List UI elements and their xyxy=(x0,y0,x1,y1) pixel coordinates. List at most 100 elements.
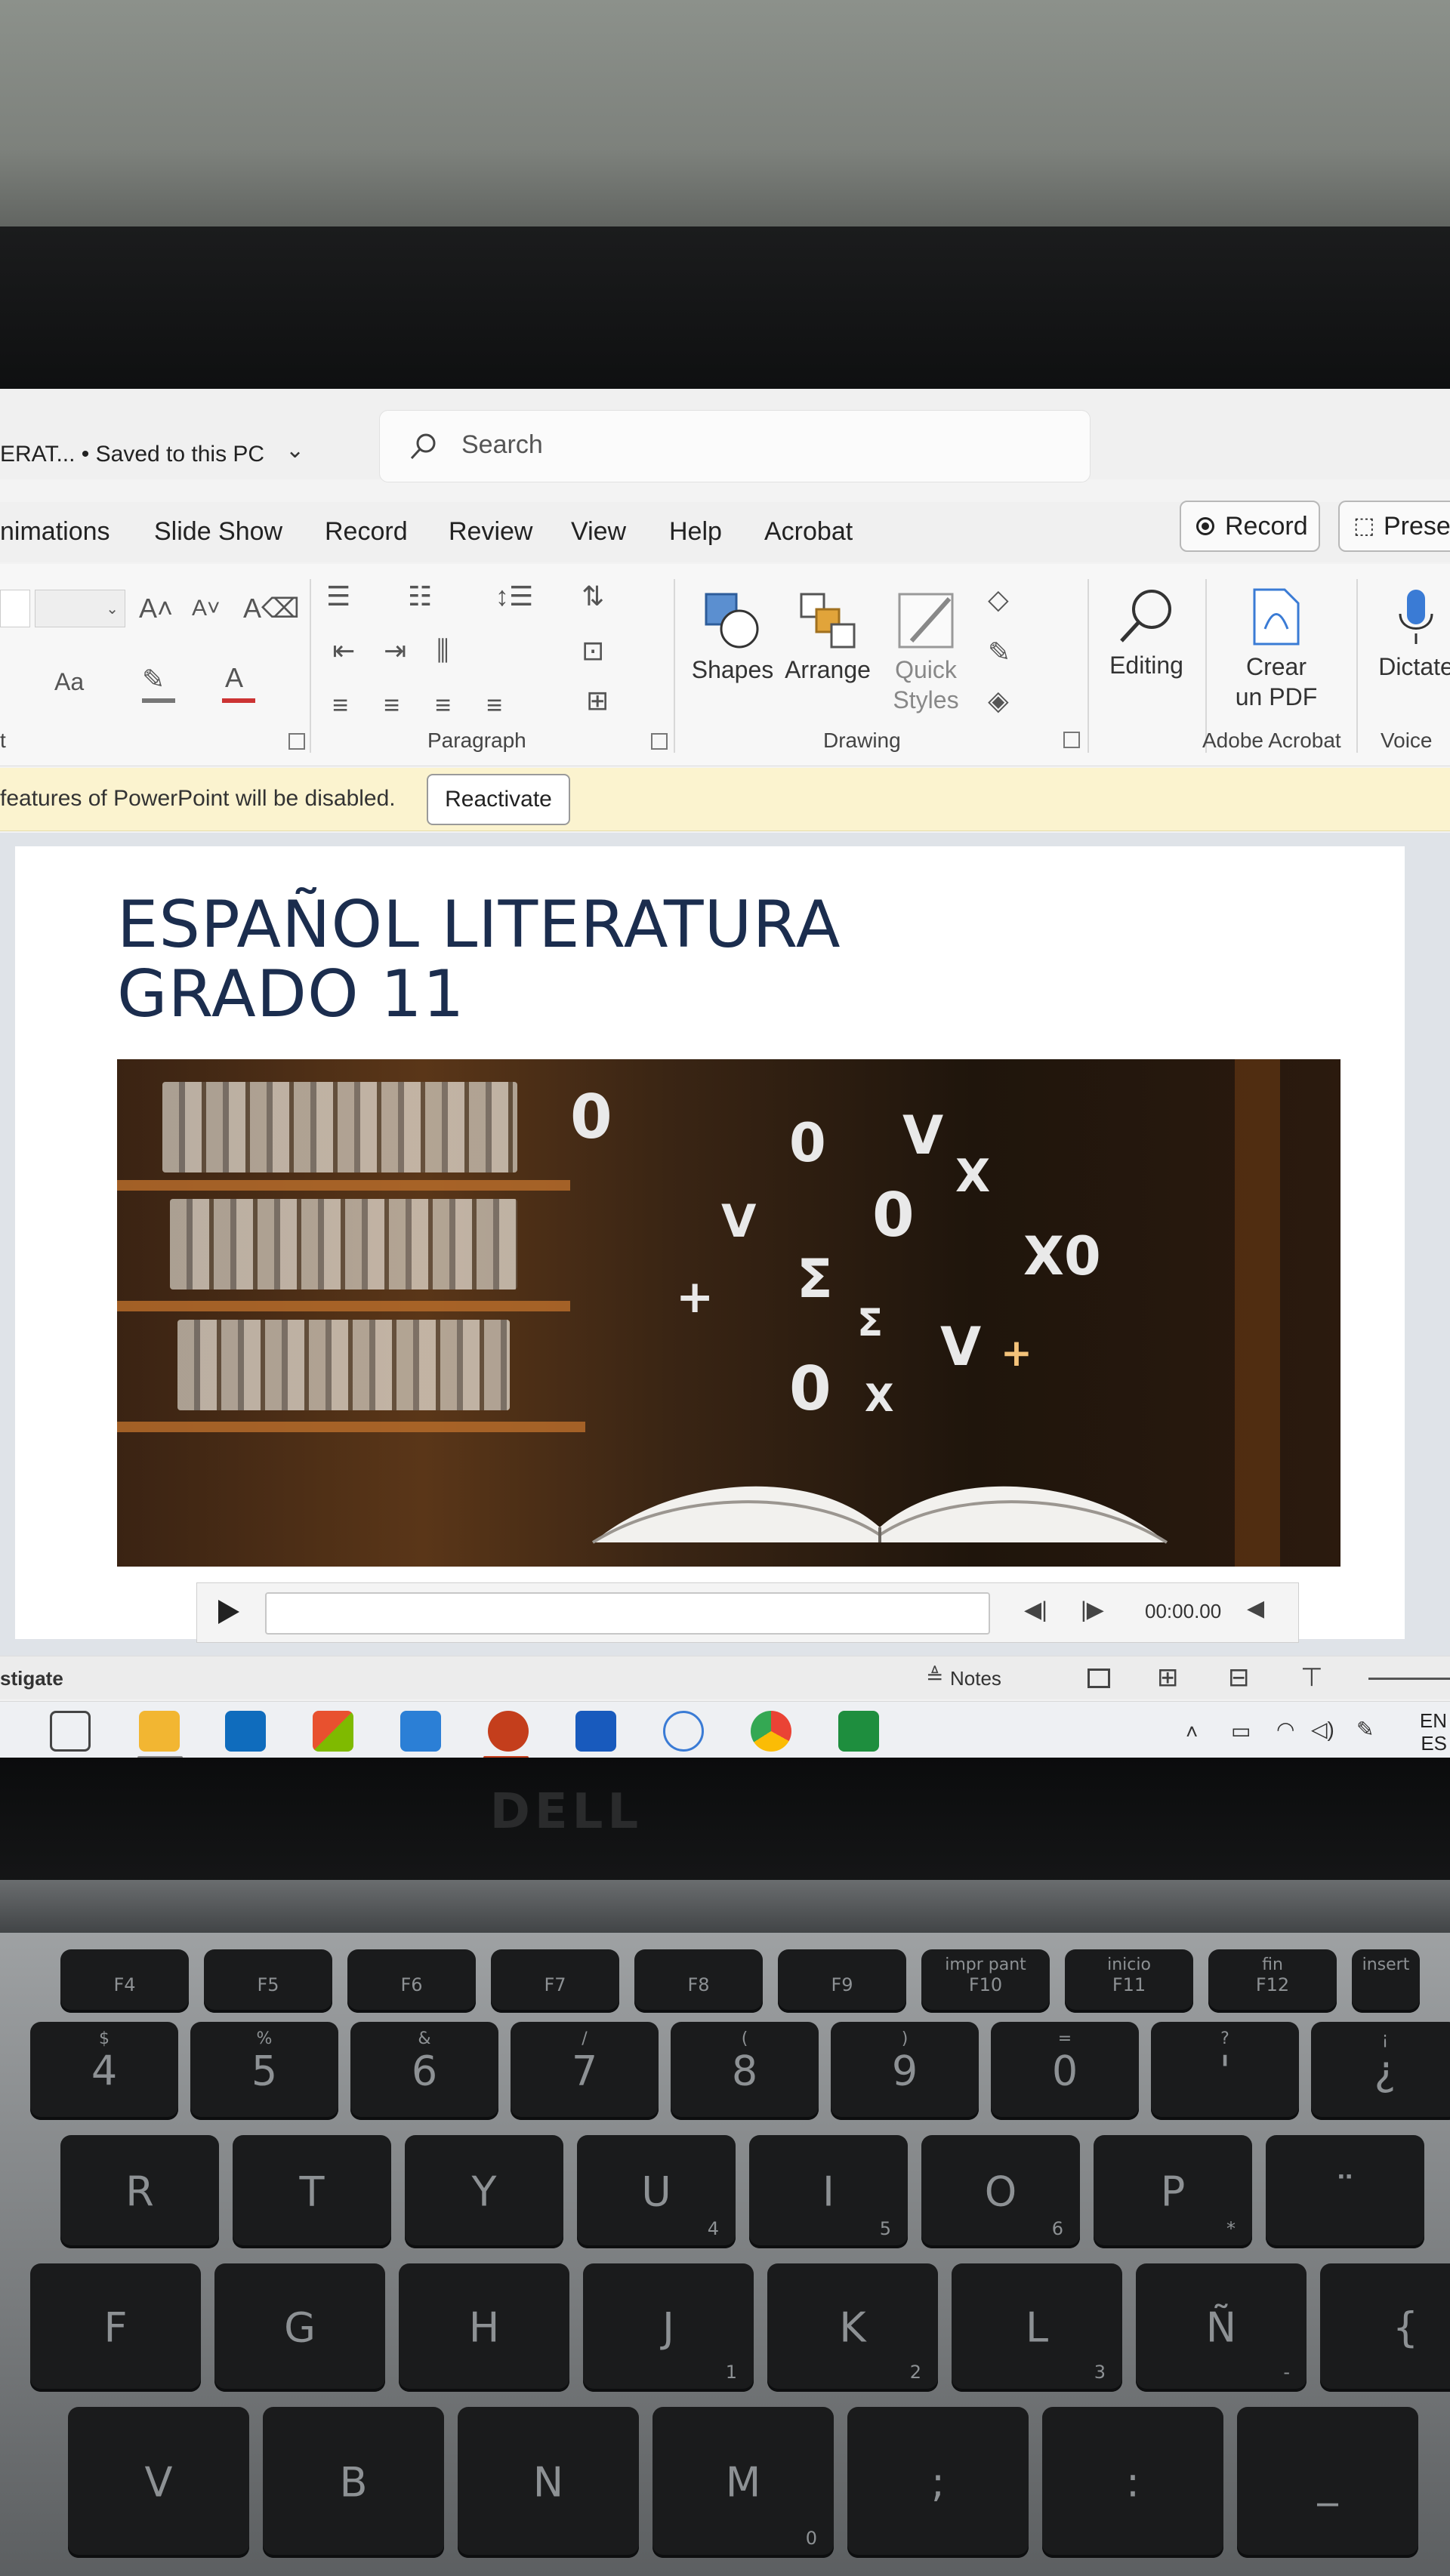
font-name-dropdown[interactable] xyxy=(0,590,30,627)
record-button[interactable]: Record xyxy=(1180,501,1320,552)
shape-effects-icon[interactable]: ◈ xyxy=(988,685,1009,716)
align-right-icon[interactable]: ≡ xyxy=(435,689,451,721)
chevron-up-icon[interactable]: ˄ xyxy=(1186,1720,1198,1744)
slide-sorter-icon[interactable]: ⊞ xyxy=(1157,1662,1179,1693)
present-button[interactable]: ⬚ Preser xyxy=(1338,501,1450,552)
step-forward-icon[interactable]: |▶ xyxy=(1081,1597,1104,1623)
key-sub-label: 1 xyxy=(725,2362,737,2383)
align-center-icon[interactable]: ≡ xyxy=(384,689,400,721)
reading-view-icon[interactable]: ⊟ xyxy=(1228,1662,1250,1693)
decrease-font-icon[interactable]: A˅ xyxy=(192,596,221,621)
battery-icon[interactable]: ▭ xyxy=(1231,1718,1251,1743)
slide-title[interactable]: ESPAÑOL LITERATURA GRADO 11 xyxy=(117,890,841,1029)
normal-view-icon[interactable] xyxy=(1088,1669,1110,1688)
numbering-icon[interactable]: ☷ xyxy=(408,581,432,612)
tab-record[interactable]: Record xyxy=(325,517,408,547)
task-view-icon[interactable] xyxy=(50,1711,91,1752)
volume-icon[interactable]: ◁) xyxy=(1311,1717,1334,1742)
decrease-indent-icon[interactable]: ⇤ xyxy=(332,635,355,667)
chevron-down-icon[interactable]: ⌄ xyxy=(285,437,304,464)
bookshelf-books xyxy=(162,1082,517,1172)
key-label: F6 xyxy=(400,1974,423,1996)
tab-review[interactable]: Review xyxy=(449,517,532,547)
slide-canvas[interactable]: ESPAÑOL LITERATURA GRADO 11 0 0 V X V 0 … xyxy=(15,846,1405,1643)
justify-icon[interactable]: ≡ xyxy=(486,689,502,721)
step-back-icon[interactable]: ◀| xyxy=(1024,1597,1047,1623)
line-spacing-icon[interactable]: ↕☰ xyxy=(495,581,533,612)
volume-icon[interactable]: ◀ xyxy=(1247,1595,1264,1622)
dictate-button[interactable]: Dictate xyxy=(1367,587,1450,682)
change-case-button[interactable]: Aa xyxy=(54,668,84,696)
paragraph-dialog-launcher-icon[interactable] xyxy=(651,733,668,750)
zoom-slider[interactable] xyxy=(1368,1678,1450,1680)
document-title[interactable]: ERAT... • Saved to this PC xyxy=(0,442,264,467)
key-label: 8 xyxy=(731,2047,758,2095)
quick-styles-button[interactable]: Quick Styles xyxy=(881,591,971,715)
align-text-icon[interactable]: ⊡ xyxy=(582,635,604,667)
key-label: G xyxy=(284,2303,316,2352)
bullets-icon[interactable]: ☰ xyxy=(326,581,350,612)
smartart-icon[interactable]: ⊞ xyxy=(586,685,609,716)
outlook-icon[interactable] xyxy=(225,1711,266,1752)
tab-acrobat[interactable]: Acrobat xyxy=(764,517,853,547)
increase-font-icon[interactable]: A˄ xyxy=(139,593,173,624)
shape-outline-icon[interactable]: ✎ xyxy=(988,636,1010,668)
slide-editor: ESPAÑOL LITERATURA GRADO 11 0 0 V X V 0 … xyxy=(0,833,1450,1656)
media-seek-bar[interactable] xyxy=(265,1592,990,1635)
key-label: L xyxy=(1025,2303,1049,2352)
play-icon[interactable] xyxy=(212,1597,242,1627)
key-top-label: insert xyxy=(1362,1955,1410,1974)
pen-icon[interactable]: ✎ xyxy=(1356,1717,1374,1742)
columns-icon[interactable]: ⫼ xyxy=(437,635,449,667)
clear-formatting-icon[interactable]: A⌫ xyxy=(243,593,300,624)
crear-pdf-button[interactable]: Crear un PDF xyxy=(1208,587,1344,712)
microsoft-store-icon[interactable] xyxy=(313,1711,353,1752)
increase-indent-icon[interactable]: ⇥ xyxy=(384,635,406,667)
key-3-a: J1 xyxy=(583,2263,754,2392)
key-f6: F6 xyxy=(347,1949,476,2013)
tab-animations[interactable]: nimations xyxy=(0,517,110,547)
library-book-image[interactable]: 0 0 V X V 0 X0 + Σ Σ V + 0 X xyxy=(117,1059,1340,1567)
key-f4: F4 xyxy=(60,1949,189,2013)
key-label: F8 xyxy=(687,1974,710,1996)
highlight-color-icon[interactable]: ✎ xyxy=(142,664,165,695)
presenter-view-icon[interactable]: ⊤ xyxy=(1300,1662,1323,1693)
font-color-icon[interactable]: A xyxy=(225,662,243,694)
font-dialog-launcher-icon[interactable] xyxy=(288,733,305,750)
shapes-button[interactable]: Shapes xyxy=(687,591,778,685)
key-label: T xyxy=(299,2168,325,2216)
arrange-button[interactable]: Arrange xyxy=(782,591,873,685)
tab-slide-show[interactable]: Slide Show xyxy=(154,517,282,547)
search-box[interactable]: Search xyxy=(379,410,1091,482)
language-indicator[interactable]: EN ES xyxy=(1420,1709,1447,1755)
key-4-z: ; xyxy=(847,2407,1029,2558)
file-explorer-icon[interactable] xyxy=(139,1711,180,1752)
key-label: ¿ xyxy=(1374,2047,1396,2095)
notes-button[interactable]: Notes xyxy=(950,1667,1001,1690)
wifi-icon[interactable]: ◠ xyxy=(1276,1717,1294,1742)
snipping-tool-icon[interactable] xyxy=(663,1711,704,1752)
key-top-label: ? xyxy=(1220,2029,1229,2048)
word-icon[interactable] xyxy=(575,1711,616,1752)
group-label-font: t xyxy=(0,729,6,752)
chrome-icon[interactable] xyxy=(751,1711,791,1752)
mail-icon[interactable] xyxy=(400,1711,441,1752)
shape-fill-icon[interactable]: ◇ xyxy=(988,584,1009,615)
tab-help[interactable]: Help xyxy=(669,517,722,547)
slide-title-line-1: ESPAÑOL LITERATURA xyxy=(117,887,841,963)
powerpoint-icon[interactable] xyxy=(488,1711,529,1752)
key-3-q: U4 xyxy=(577,2135,736,2248)
google-classroom-icon[interactable] xyxy=(838,1711,879,1752)
accessibility-status[interactable]: stigate xyxy=(0,1667,63,1690)
bookshelf-books xyxy=(177,1320,510,1410)
editing-button[interactable]: Editing xyxy=(1097,587,1196,680)
reactivate-button[interactable]: Reactivate xyxy=(427,774,570,825)
font-size-dropdown[interactable]: ⌄ xyxy=(35,590,125,627)
text-direction-icon[interactable]: ⇅ xyxy=(582,581,604,612)
align-left-icon[interactable]: ≡ xyxy=(332,689,348,721)
key-top-label: ( xyxy=(741,2029,748,2048)
key-f9: F9 xyxy=(778,1949,906,2013)
tab-view[interactable]: View xyxy=(571,517,626,547)
group-label-adobe: Adobe Acrobat xyxy=(1202,729,1341,752)
drawing-dialog-launcher-icon[interactable] xyxy=(1063,732,1080,748)
